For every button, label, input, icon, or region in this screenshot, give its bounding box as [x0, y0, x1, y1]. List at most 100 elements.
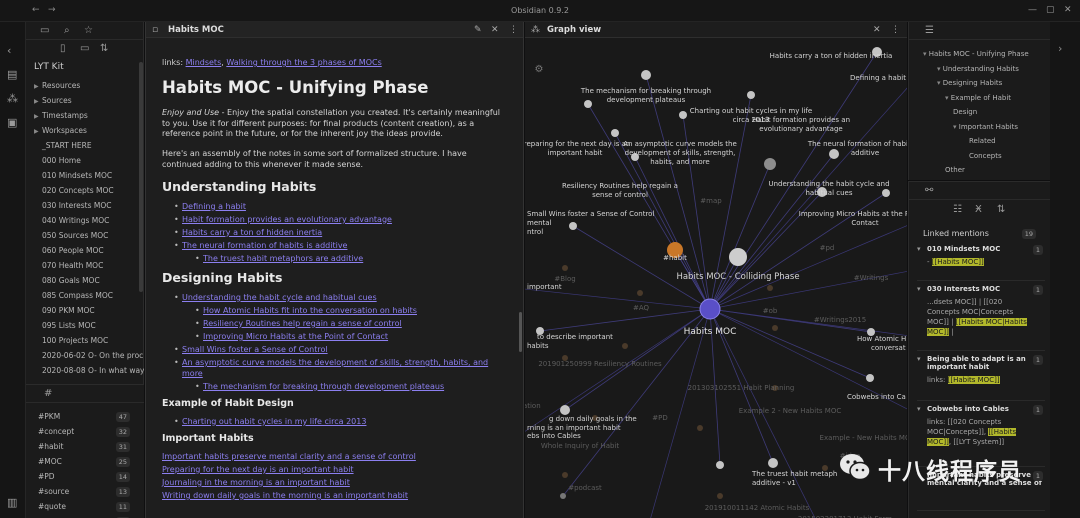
graph-node[interactable]	[764, 158, 776, 170]
graph-node-center[interactable]	[699, 298, 721, 320]
sort-icon[interactable]: ⇅	[100, 43, 108, 54]
linked-mention-group[interactable]: Being able to adapt is an important habi…	[917, 355, 1045, 401]
internal-link[interactable]: An asymptotic curve models the developme…	[182, 358, 488, 378]
graph-node[interactable]	[882, 189, 890, 197]
internal-link[interactable]: Improving Micro Habits at the Point of C…	[203, 332, 388, 341]
caret-right-icon[interactable]: ▶	[34, 79, 42, 93]
graph-node-faded[interactable]	[717, 493, 723, 499]
graph-node[interactable]	[716, 461, 724, 469]
star-icon[interactable]: ☆	[84, 25, 93, 36]
outline-icon[interactable]: ☰	[925, 25, 934, 36]
graph-node-faded[interactable]	[562, 265, 568, 271]
graph-node[interactable]	[729, 248, 747, 266]
file-item[interactable]: 095 Lists MOC	[26, 318, 144, 333]
outline-item[interactable]: ▾ Example of Habit	[945, 94, 1011, 102]
graph-node[interactable]	[569, 222, 577, 230]
file-item[interactable]: 000 Home	[26, 153, 144, 168]
graph-tab-title[interactable]: Graph view	[547, 25, 601, 35]
link-mindsets[interactable]: Mindsets	[186, 58, 222, 67]
edit-pencil-icon[interactable]: ✎	[474, 25, 482, 35]
outline-item[interactable]: ▾ Habits MOC - Unifying Phase	[923, 50, 1029, 58]
graph-node[interactable]	[679, 111, 687, 119]
graph-node-faded[interactable]	[767, 285, 773, 291]
editor-scrollbar[interactable]	[519, 312, 522, 352]
file-item[interactable]: 2020-06-02 O- On the proc	[26, 348, 144, 363]
linked-mention-group[interactable]: 030 Interests MOC1...dsets MOC]] | [[020…	[917, 285, 1045, 351]
collapse-right-icon[interactable]: ›	[1058, 42, 1062, 55]
collapse-left-icon[interactable]: ‹	[7, 44, 11, 57]
graph-node-faded[interactable]	[697, 425, 703, 431]
folder-item[interactable]: ▶ Timestamps	[26, 108, 144, 123]
new-folder-icon[interactable]: ▭	[80, 43, 89, 54]
graph-node[interactable]	[584, 100, 592, 108]
graph-node[interactable]	[768, 458, 778, 468]
internal-link[interactable]: Writing down daily goals in the morning …	[162, 491, 408, 500]
search-icon[interactable]: ⌕	[64, 25, 70, 36]
internal-link[interactable]: Habits carry a ton of hidden inertia	[182, 228, 322, 237]
daily-note-icon[interactable]: ▣	[7, 116, 17, 129]
file-item[interactable]: 040 Writings MOC	[26, 213, 144, 228]
graph-node-faded[interactable]	[562, 472, 568, 478]
linked-mention-title[interactable]: 030 Interests MOC	[917, 285, 1045, 293]
graph-node[interactable]	[866, 374, 874, 382]
file-item[interactable]: 085 Compass MOC	[26, 288, 144, 303]
tag-icon[interactable]: #	[44, 388, 52, 399]
outline-item[interactable]: Concepts	[969, 152, 1002, 160]
minimize-icon[interactable]: —	[1028, 5, 1037, 15]
link-walking-through[interactable]: Walking through the 3 phases of MOCs	[226, 58, 381, 67]
linked-mentions-title[interactable]: Linked mentions	[923, 229, 989, 238]
tag-row[interactable]: #PKM 47	[26, 409, 144, 424]
internal-link[interactable]: The truest habit metaphors are additive	[203, 254, 363, 263]
caret-right-icon[interactable]: ▶	[34, 94, 42, 108]
sort-backlinks-icon[interactable]: ⇅	[997, 204, 1005, 215]
graph-node[interactable]	[611, 129, 619, 137]
tag-row[interactable]: #ulf...10	[26, 514, 144, 518]
internal-link[interactable]: Defining a habit	[182, 202, 246, 211]
outline-item[interactable]: Other	[945, 166, 965, 174]
internal-link[interactable]: The mechanism for breaking through devel…	[203, 382, 444, 391]
tag-row[interactable]: #quote 11	[26, 499, 144, 514]
internal-link[interactable]: Habit formation provides an evolutionary…	[182, 215, 392, 224]
graph-node[interactable]	[747, 91, 755, 99]
maximize-icon[interactable]: ▢	[1046, 5, 1055, 15]
file-item[interactable]: 100 Projects MOC	[26, 333, 144, 348]
outline-item[interactable]: ▾ Understanding Habits	[937, 65, 1019, 73]
caret-right-icon[interactable]: ▶	[34, 124, 42, 138]
close-pane-icon[interactable]: ✕	[491, 25, 499, 35]
graph-node-faded[interactable]	[772, 325, 778, 331]
file-item[interactable]: 060 People MOC	[26, 243, 144, 258]
show-context-icon[interactable]: Ӿ	[975, 204, 982, 215]
folder-tab-icon[interactable]: ▭	[40, 25, 49, 36]
internal-link[interactable]: How Atomic Habits fit into the conversat…	[203, 306, 417, 315]
file-item[interactable]: 070 Health MOC	[26, 258, 144, 273]
tag-row[interactable]: #habit 31	[26, 439, 144, 454]
internal-link[interactable]: Preparing for the next day is an importa…	[162, 465, 354, 474]
tag-row[interactable]: #PD 14	[26, 469, 144, 484]
linked-mention-title[interactable]: 010 Mindsets MOC	[917, 245, 1045, 253]
graph-node[interactable]	[560, 493, 566, 499]
internal-link[interactable]: The neural formation of habits is additi…	[182, 241, 347, 250]
graph-node[interactable]	[829, 149, 839, 159]
quick-switcher-icon[interactable]: ▤	[7, 68, 17, 81]
vault-switch-icon[interactable]: ▥	[7, 496, 17, 509]
more-options-icon[interactable]: ⋮	[509, 25, 518, 35]
link-icon[interactable]: ⚯	[925, 185, 933, 196]
outline-item[interactable]: Related	[969, 137, 996, 145]
folder-item[interactable]: ▶ Sources	[26, 93, 144, 108]
graph-node[interactable]	[560, 405, 570, 415]
tag-row[interactable]: #MOC 25	[26, 454, 144, 469]
file-item[interactable]: 080 Goals MOC	[26, 273, 144, 288]
graph-icon[interactable]: ⁂	[7, 92, 18, 105]
folder-item[interactable]: ▶ Resources	[26, 78, 144, 93]
editor-tab-title[interactable]: Habits MOC	[168, 25, 224, 35]
file-item[interactable]: 010 Mindsets MOC	[26, 168, 144, 183]
new-note-icon[interactable]: ▯	[60, 43, 66, 54]
caret-right-icon[interactable]: ▶	[34, 109, 42, 123]
linked-mention-title[interactable]: Cobwebs into Cables	[917, 405, 1045, 413]
linked-mention-title[interactable]: Being able to adapt is an important habi…	[917, 355, 1045, 371]
internal-link[interactable]: Charting out habit cycles in my life cir…	[182, 417, 366, 426]
mention-context[interactable]: - [[Habits MOC]]	[917, 253, 1045, 271]
file-scrollbar[interactable]	[139, 62, 143, 292]
outline-item[interactable]: ▾ Important Habits	[953, 123, 1018, 131]
file-item[interactable]: _START HERE	[26, 138, 144, 153]
